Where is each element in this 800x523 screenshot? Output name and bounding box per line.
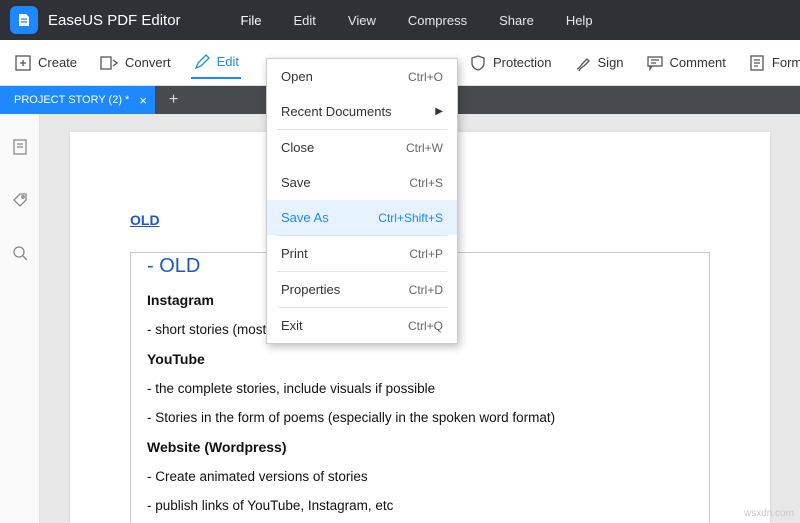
forms-icon <box>748 54 766 72</box>
document-text-line: - publish links of YouTube, Instagram, e… <box>147 498 693 513</box>
menu-recent-documents[interactable]: Recent Documents ▶ <box>267 94 457 129</box>
document-text-line: - the complete stories, include visuals … <box>147 381 693 396</box>
menu-save-as-shortcut: Ctrl+Shift+S <box>378 211 443 225</box>
plus-square-icon <box>14 54 32 72</box>
menu-close[interactable]: Close Ctrl+W <box>267 130 457 165</box>
left-sidebar <box>0 114 40 523</box>
menu-file[interactable]: File <box>241 13 262 28</box>
pages-panel-icon[interactable] <box>11 138 29 161</box>
tool-sign-label: Sign <box>598 55 624 70</box>
menu-items: File Edit View Compress Share Help <box>241 13 593 28</box>
tool-create[interactable]: Create <box>12 48 79 78</box>
menu-save-label: Save <box>281 175 311 190</box>
shield-icon <box>469 54 487 72</box>
document-text-line: - Create animated versions of stories <box>147 469 693 484</box>
search-icon[interactable] <box>11 244 29 267</box>
tool-edit[interactable]: Edit <box>191 47 241 79</box>
menu-close-label: Close <box>281 140 314 155</box>
convert-icon <box>99 54 119 72</box>
tool-forms[interactable]: Forms <box>746 48 800 78</box>
menu-help[interactable]: Help <box>566 13 593 28</box>
menu-properties-shortcut: Ctrl+D <box>409 283 443 297</box>
watermark: wsxdn.com <box>744 508 794 519</box>
tool-sign[interactable]: Sign <box>572 48 626 78</box>
menu-edit[interactable]: Edit <box>294 13 316 28</box>
menu-open[interactable]: Open Ctrl+O <box>267 59 457 94</box>
menu-open-shortcut: Ctrl+O <box>408 70 443 84</box>
pen-icon <box>574 54 592 72</box>
tool-create-label: Create <box>38 55 77 70</box>
heading-link-old[interactable]: OLD <box>130 212 160 228</box>
document-tab[interactable]: PROJECT STORY (2) * × <box>0 86 155 114</box>
menu-exit[interactable]: Exit Ctrl+Q <box>267 308 457 343</box>
menubar: EaseUS PDF Editor File Edit View Compres… <box>0 0 800 40</box>
menu-compress[interactable]: Compress <box>408 13 467 28</box>
menu-exit-shortcut: Ctrl+Q <box>408 319 443 333</box>
menu-print-label: Print <box>281 246 308 261</box>
tag-icon[interactable] <box>11 191 29 214</box>
menu-print[interactable]: Print Ctrl+P <box>267 236 457 271</box>
document-tab-title: PROJECT STORY (2) * <box>14 94 129 106</box>
menu-save[interactable]: Save Ctrl+S <box>267 165 457 200</box>
file-menu-dropdown: Open Ctrl+O Recent Documents ▶ Close Ctr… <box>266 58 458 344</box>
menu-close-shortcut: Ctrl+W <box>406 141 443 155</box>
document-text-line: - Stories in the form of poems (especial… <box>147 410 693 425</box>
menu-open-label: Open <box>281 69 313 84</box>
pencil-icon <box>193 53 211 71</box>
menu-save-as[interactable]: Save As Ctrl+Shift+S <box>267 200 457 235</box>
close-icon[interactable]: × <box>139 93 147 108</box>
menu-properties[interactable]: Properties Ctrl+D <box>267 272 457 307</box>
menu-save-as-label: Save As <box>281 210 329 225</box>
tool-comment[interactable]: Comment <box>644 48 728 78</box>
menu-properties-label: Properties <box>281 282 340 297</box>
menu-recent-label: Recent Documents <box>281 104 392 119</box>
menu-exit-label: Exit <box>281 318 303 333</box>
tool-edit-label: Edit <box>217 54 239 69</box>
tool-comment-label: Comment <box>670 55 726 70</box>
document-text-line: Website (Wordpress) <box>147 439 693 455</box>
document-text-line: YouTube <box>147 351 693 367</box>
tool-protection[interactable]: Protection <box>467 48 554 78</box>
app-logo-icon <box>10 6 38 34</box>
comment-icon <box>646 54 664 72</box>
menu-print-shortcut: Ctrl+P <box>409 247 443 261</box>
tool-protection-label: Protection <box>493 55 552 70</box>
chevron-right-icon: ▶ <box>435 106 443 117</box>
menu-save-shortcut: Ctrl+S <box>409 176 443 190</box>
menu-share[interactable]: Share <box>499 13 534 28</box>
tool-convert[interactable]: Convert <box>97 48 173 78</box>
menu-view[interactable]: View <box>348 13 376 28</box>
tool-convert-label: Convert <box>125 55 171 70</box>
tool-forms-label: Forms <box>772 55 800 70</box>
app-title: EaseUS PDF Editor <box>48 12 181 29</box>
new-tab-button[interactable]: + <box>155 91 192 109</box>
